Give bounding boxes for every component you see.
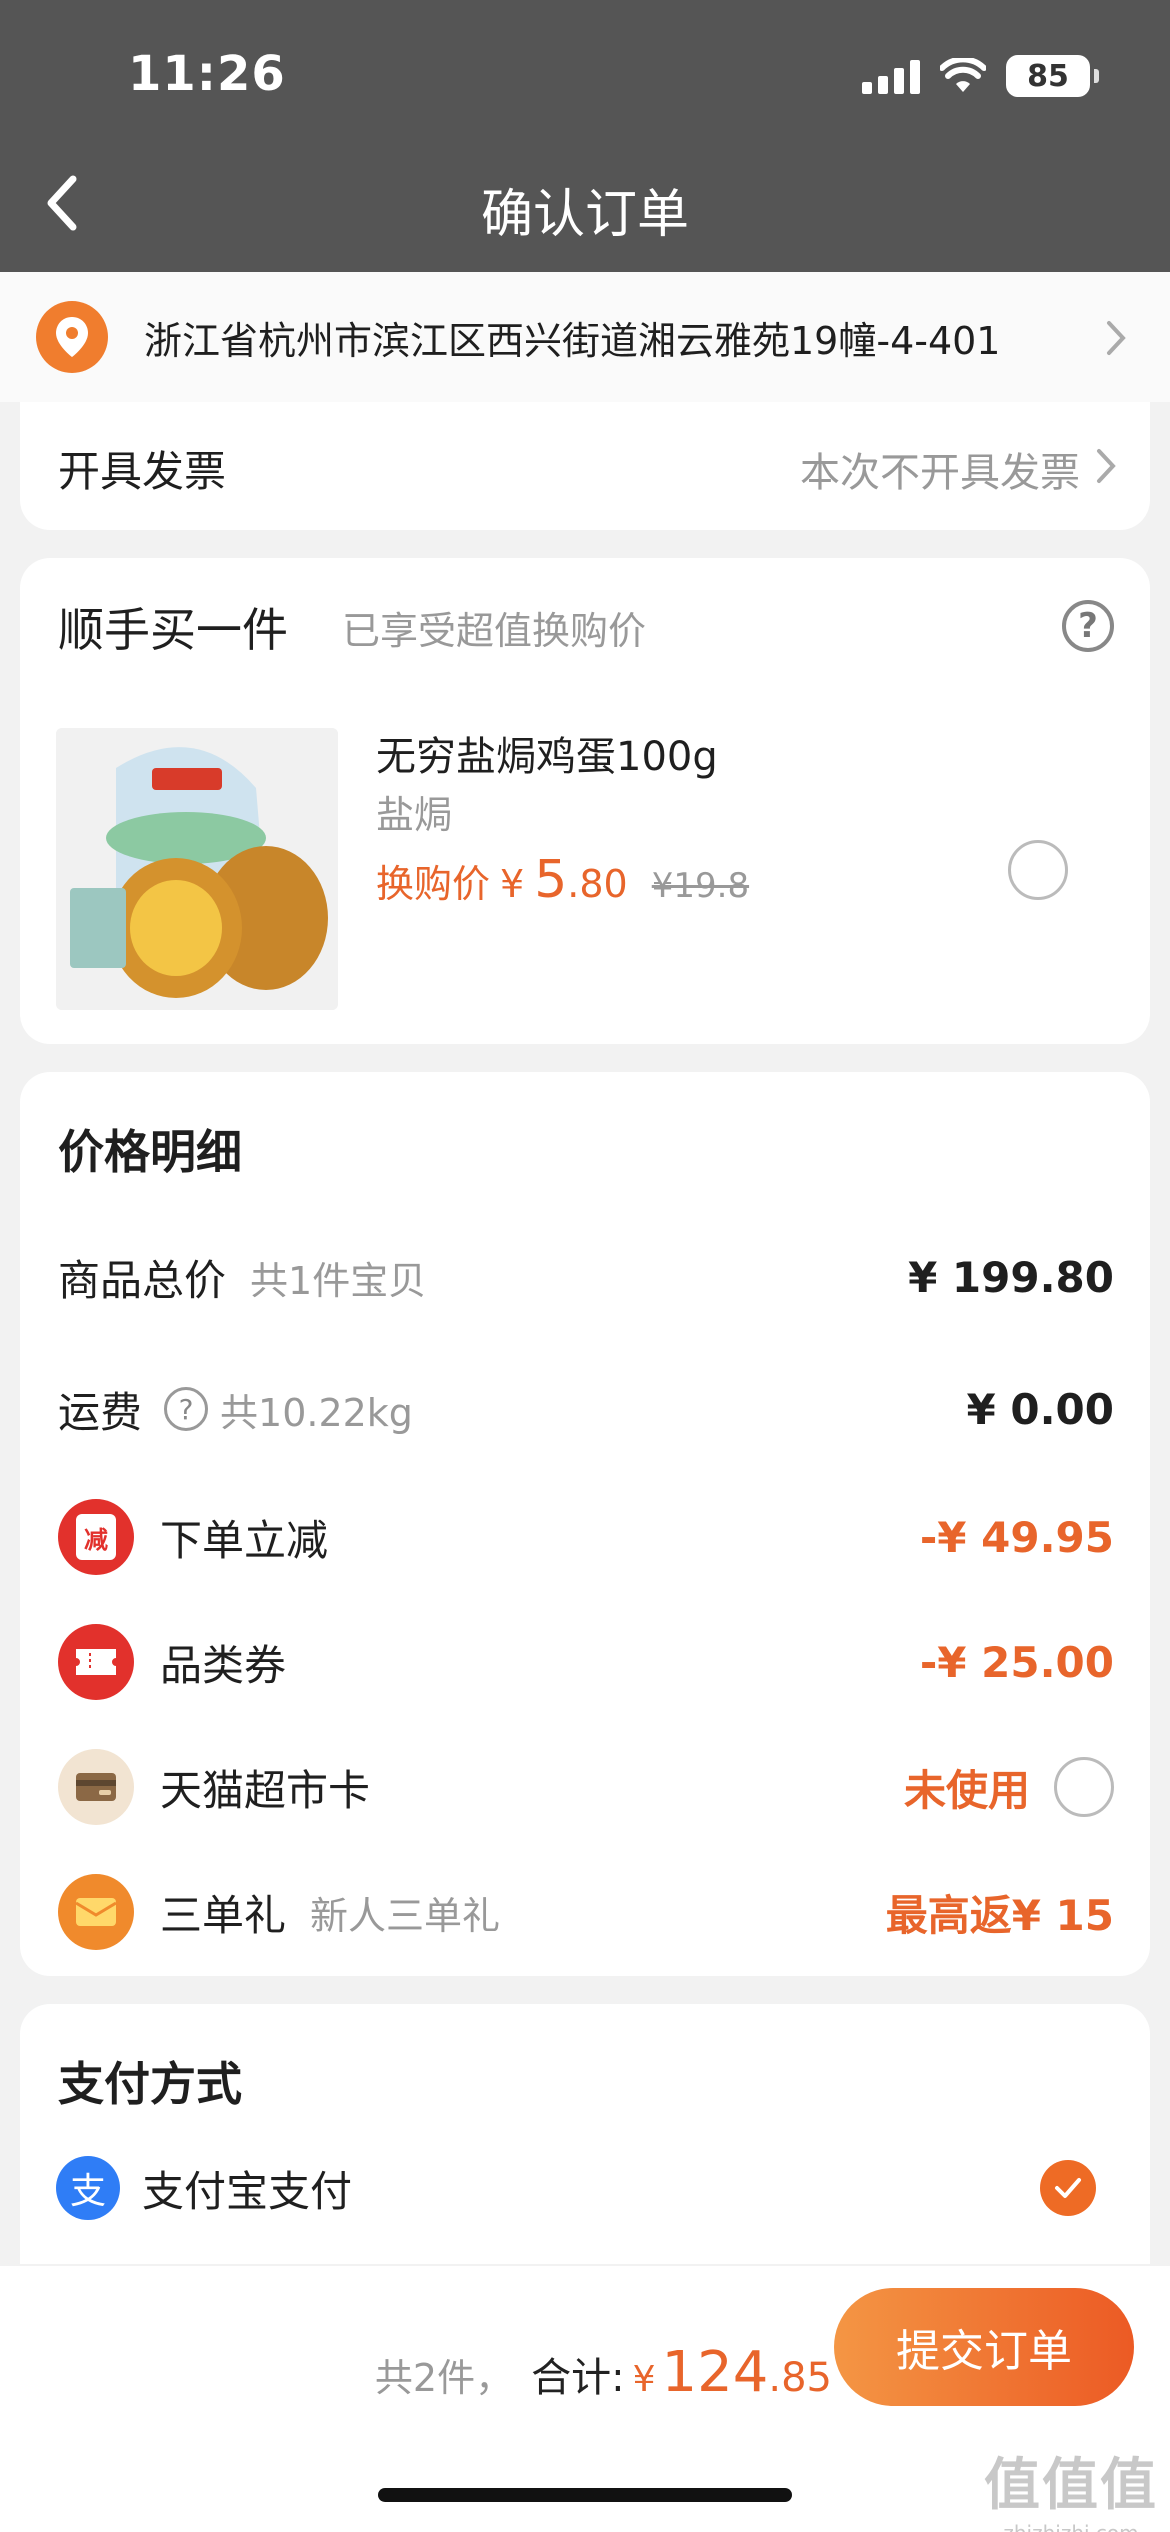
chevron-right-icon [1107,321,1126,355]
order-discount-label: 下单立减 [160,1515,329,1565]
gift-envelope-icon [58,1874,134,1950]
total-int: 124 [661,2340,769,2405]
help-icon[interactable]: ? [1062,600,1114,652]
goods-total-amount: ¥ 199.80 [908,1252,1114,1302]
price-label: 换购价 [376,862,491,906]
alipay-option[interactable]: 支 支付宝支付 [56,2146,1114,2230]
status-time: 11:26 [128,46,286,102]
alipay-icon: 支 [56,2156,120,2220]
goods-total-label: 商品总价 [58,1255,227,1305]
home-indicator[interactable] [378,2488,792,2502]
chevron-right-icon [1097,449,1116,483]
shipping-weight: 共10.22kg [220,1390,413,1435]
shipping-amount: ¥ 0.00 [966,1384,1114,1434]
location-pin-icon [36,301,108,373]
tmall-card-status: 未使用 [903,1765,1030,1815]
signal-icon [862,58,920,94]
battery-icon: 85 [1006,55,1099,97]
invoice-label: 开具发票 [58,447,227,496]
wifi-icon [940,58,986,92]
price-currency: ¥ [500,862,525,906]
order-discount-amount: -¥ 49.95 [919,1512,1114,1562]
three-order-gift-amount: 最高返¥ 15 [885,1890,1114,1940]
status-icons: 85 [862,52,1099,100]
coupon-icon [58,1624,134,1700]
three-order-gift-sub: 新人三单礼 [310,1893,501,1938]
order-total: 共2件， 合计: ¥ 124 .85 [375,2340,832,2405]
price-int: 5.80 [534,850,628,910]
product-image[interactable] [56,728,338,1010]
order-discount-row: 减 下单立减 -¥ 49.95 [58,1492,1114,1582]
tmall-card-label: 天猫超市卡 [160,1765,371,1815]
invoice-row[interactable]: 开具发票 本次不开具发票 [20,402,1150,530]
addon-select-radio[interactable] [1008,840,1068,900]
total-dec: .85 [768,2355,832,2401]
category-coupon-row[interactable]: 品类券 -¥ 25.00 [58,1617,1114,1707]
product-name[interactable]: 无穷盐焗鸡蛋100g [376,724,718,782]
payment-card: 支付方式 支 支付宝支付 [20,2004,1150,2264]
item-count: 共2件， [374,2356,514,2400]
watermark-url: zhizhizhi.com [984,2521,1158,2532]
invoice-value: 本次不开具发票 [800,450,1080,496]
tmall-card-radio[interactable] [1054,1757,1114,1817]
checkmark-icon[interactable] [1040,2160,1096,2216]
original-price: ¥19.8 [651,866,750,906]
three-order-gift-row[interactable]: 三单礼 新人三单礼 最高返¥ 15 [58,1867,1114,1957]
category-coupon-label: 品类券 [160,1640,287,1690]
shipping-help-icon[interactable]: ? [164,1387,209,1431]
total-currency: ¥ [632,2359,656,2400]
goods-count: 共1件宝贝 [250,1258,427,1303]
addon-card: 顺手买一件 已享受超值换购价 ? 无穷盐焗鸡蛋100g 盐焗 换购价 ¥ 5.8… [20,558,1150,1044]
product-variant: 盐焗 [376,793,453,837]
address-text: 浙江省杭州市滨江区西兴街道湘云雅苑19幢-4-401 [144,318,1001,363]
addon-subtitle: 已享受超值换购价 [342,609,647,653]
price-detail-title: 价格明细 [58,1125,242,1179]
shipping-address[interactable]: 浙江省杭州市滨江区西兴街道湘云雅苑19幢-4-401 [0,272,1170,402]
addon-title: 顺手买一件 [58,603,288,657]
watermark-glyph: 值值值 [984,2453,1158,2518]
header-bar: 11:26 85 确认订单 [0,0,1170,272]
total-label: 合计: [531,2355,625,2401]
tmall-card-row[interactable]: 天猫超市卡 未使用 [58,1742,1114,1832]
product-price: 换购价 ¥ 5.80 ¥19.8 [376,850,749,910]
card-icon [58,1749,134,1825]
watermark: 值值值 zhizhizhi.com [984,2440,1158,2532]
shipping-row: 运费 ? 共10.22kg ¥ 0.00 [58,1364,1114,1454]
shipping-label: 运费 [58,1387,143,1437]
discount-icon: 减 [58,1499,134,1575]
submit-order-button[interactable]: 提交订单 [834,2288,1134,2406]
price-detail-card: 价格明细 商品总价 共1件宝贝 ¥ 199.80 运费 ? 共10.22kg ¥… [20,1072,1150,1976]
category-coupon-amount: -¥ 25.00 [919,1637,1114,1687]
alipay-label: 支付宝支付 [142,2166,353,2216]
payment-title: 支付方式 [58,2057,242,2111]
goods-total-row: 商品总价 共1件宝贝 ¥ 199.80 [58,1232,1114,1322]
page-title: 确认订单 [480,185,689,245]
three-order-gift-label: 三单礼 [160,1890,287,1940]
